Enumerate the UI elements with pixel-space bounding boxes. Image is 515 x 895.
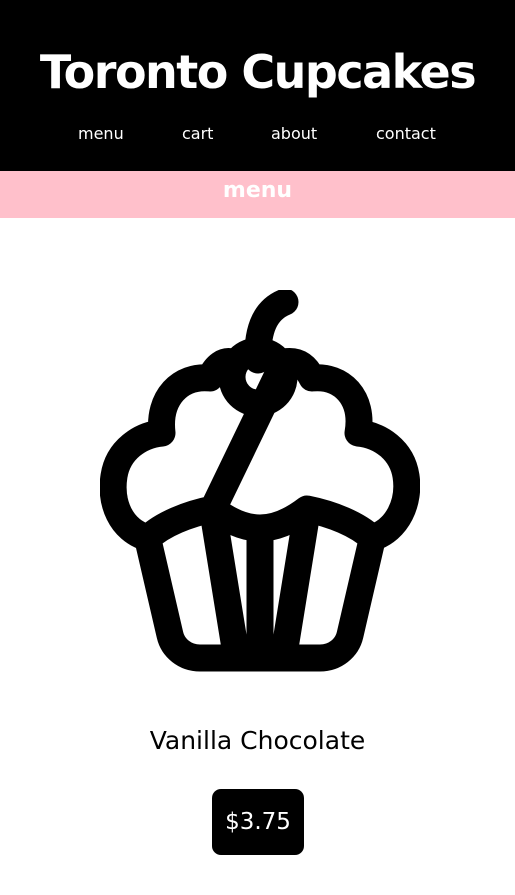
site-header: Toronto Cupcakes menu cart about contact [0,0,515,171]
section-title: menu [222,178,293,203]
nav-link-menu[interactable]: menu [78,122,124,146]
cupcake-icon [99,288,421,672]
price-button[interactable]: $3.75 [212,789,304,855]
section-banner: menu [0,171,515,218]
site-title: Toronto Cupcakes [39,45,477,99]
nav-link-cart[interactable]: cart [182,122,213,146]
product-name: Vanilla Chocolate [149,726,366,755]
nav-link-about[interactable]: about [271,122,317,146]
nav-link-contact[interactable]: contact [376,122,436,146]
main-nav: menu cart about contact [0,122,515,146]
